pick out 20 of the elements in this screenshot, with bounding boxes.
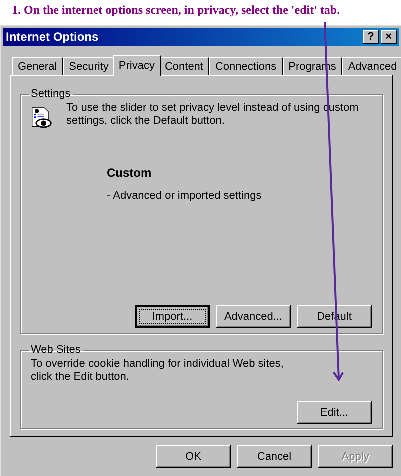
privacy-level-name: Custom bbox=[107, 166, 153, 180]
edit-button[interactable]: Edit... bbox=[297, 401, 372, 424]
settings-button[interactable]: Import... bbox=[135, 305, 210, 328]
close-button[interactable]: × bbox=[381, 30, 397, 44]
help-button[interactable]: ? bbox=[363, 30, 379, 44]
tab[interactable]: Content bbox=[158, 57, 210, 75]
instruction-caption: 1. On the internet options screen, in privacy, select the 'edit' tab. bbox=[11, 2, 342, 19]
dialog-button[interactable]: Cancel bbox=[237, 445, 312, 468]
web-sites-description: To override cookie handling for individual Web sites, click the Edit button. bbox=[31, 358, 285, 384]
window-title: Internet Options bbox=[6, 30, 99, 44]
tab[interactable]: Security bbox=[63, 57, 115, 75]
tab[interactable]: Connections bbox=[209, 57, 283, 75]
group-title: Settings bbox=[30, 88, 72, 100]
tab[interactable]: General bbox=[12, 57, 64, 75]
settings-button[interactable]: Advanced... bbox=[216, 305, 291, 328]
tab[interactable]: Advanced bbox=[342, 57, 401, 75]
privacy-level-detail: - Advanced or imported settings bbox=[107, 190, 263, 202]
group-title: Web Sites bbox=[30, 344, 82, 356]
dialog-button[interactable]: OK bbox=[156, 445, 231, 468]
tab[interactable]: Privacy bbox=[112, 55, 161, 76]
